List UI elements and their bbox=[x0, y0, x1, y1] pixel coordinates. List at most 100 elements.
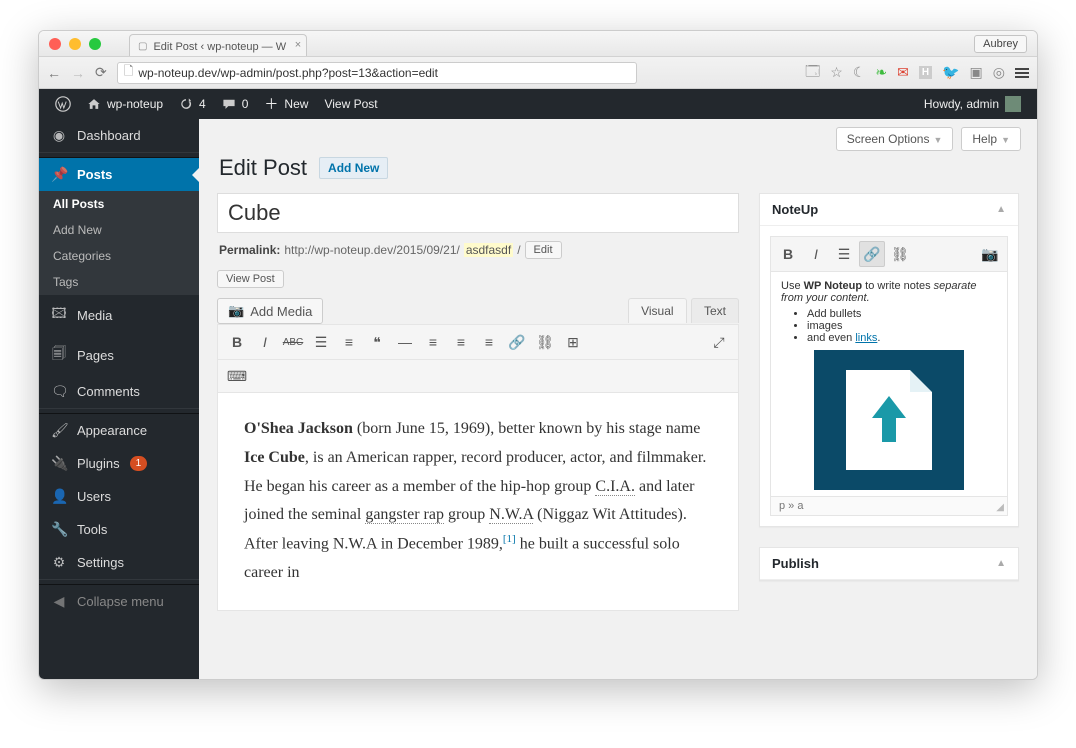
menu-posts[interactable]: 📌 Posts bbox=[39, 158, 199, 191]
noteup-content[interactable]: Use WP Noteup to write notes separate fr… bbox=[770, 272, 1008, 497]
browser-menu-icon[interactable] bbox=[1015, 68, 1029, 78]
add-new-button[interactable]: Add New bbox=[319, 157, 388, 179]
post-title-input[interactable] bbox=[217, 193, 739, 233]
window-zoom-button[interactable] bbox=[89, 38, 101, 50]
numbered-list-button[interactable]: ≡ bbox=[336, 329, 362, 355]
content-link[interactable]: gangster rap bbox=[365, 506, 444, 524]
comments-count: 0 bbox=[242, 97, 249, 111]
comments-menu[interactable]: 0 bbox=[214, 97, 257, 111]
menu-media[interactable]: 🖾 Media bbox=[39, 295, 199, 335]
addressbar: ← → ⟳ 🗋 wp-noteup.dev/wp-admin/post.php?… bbox=[39, 57, 1037, 89]
updates-menu[interactable]: 4 bbox=[171, 97, 214, 111]
help-button[interactable]: Help▼ bbox=[961, 127, 1021, 151]
tab-visual[interactable]: Visual bbox=[628, 298, 686, 323]
nav-forward-icon[interactable]: → bbox=[71, 65, 85, 81]
note-text: . bbox=[877, 332, 880, 344]
menu-pages[interactable]: 🗐 Pages bbox=[39, 335, 199, 375]
nav-back-icon[interactable]: ← bbox=[47, 65, 61, 81]
note-text: to write notes bbox=[862, 280, 934, 292]
tab-favicon: ▢ bbox=[138, 41, 147, 52]
toggle-icon[interactable]: ▲ bbox=[996, 204, 1006, 215]
comments-icon: 🗨 bbox=[51, 383, 67, 400]
bold-button[interactable]: B bbox=[224, 329, 250, 355]
note-italic-button[interactable]: I bbox=[803, 241, 829, 267]
submenu-all-posts[interactable]: All Posts bbox=[39, 191, 199, 217]
menu-users[interactable]: 👤 Users bbox=[39, 480, 199, 513]
url-input[interactable]: 🗋 wp-noteup.dev/wp-admin/post.php?post=1… bbox=[117, 62, 637, 84]
blockquote-button[interactable]: ❝ bbox=[364, 329, 390, 355]
noteup-image bbox=[814, 350, 964, 490]
translate-icon[interactable]: 🗔 bbox=[805, 61, 820, 85]
noteup-header[interactable]: NoteUp ▲ bbox=[760, 194, 1018, 226]
note-link[interactable]: links bbox=[855, 332, 877, 344]
menu-appearance[interactable]: 🖌 Appearance bbox=[39, 414, 199, 447]
editor-toolbar-row2: ⌨ bbox=[217, 360, 739, 393]
edit-slug-button[interactable]: Edit bbox=[525, 241, 562, 259]
window-minimize-button[interactable] bbox=[69, 38, 81, 50]
content-area: Screen Options▼ Help▼ Edit Post Add New … bbox=[199, 119, 1037, 679]
menu-tools[interactable]: 🔧 Tools bbox=[39, 513, 199, 546]
more-button[interactable]: ⊞ bbox=[560, 329, 586, 355]
menu-settings-label: Settings bbox=[77, 555, 124, 570]
toggle-icon[interactable]: ▲ bbox=[996, 558, 1006, 569]
hr-button[interactable]: — bbox=[392, 329, 418, 355]
bookmark-star-icon[interactable]: ☆ bbox=[830, 64, 843, 81]
page-title: Edit Post bbox=[219, 155, 307, 181]
content-link[interactable]: N.W.A bbox=[489, 506, 533, 524]
menu-appearance-label: Appearance bbox=[77, 423, 147, 438]
submenu-add-new[interactable]: Add New bbox=[39, 217, 199, 243]
window-close-button[interactable] bbox=[49, 38, 61, 50]
resize-grip-icon[interactable]: ◢ bbox=[996, 502, 1004, 513]
submenu-categories[interactable]: Categories bbox=[39, 243, 199, 269]
note-bold-button[interactable]: B bbox=[775, 241, 801, 267]
italic-button[interactable]: I bbox=[252, 329, 278, 355]
wp-adminbar: wp-noteup 4 0 ＋ New View Post Howdy, adm… bbox=[39, 89, 1037, 119]
content-link[interactable]: C.I.A. bbox=[595, 478, 635, 496]
menu-comments[interactable]: 🗨 Comments bbox=[39, 375, 199, 408]
unlink-button[interactable]: ⛓ bbox=[532, 329, 558, 355]
new-content-menu[interactable]: ＋ New bbox=[256, 94, 316, 114]
note-link-button[interactable]: 🔗 bbox=[859, 241, 885, 267]
align-left-button[interactable]: ≡ bbox=[420, 329, 446, 355]
nav-reload-icon[interactable]: ⟳ bbox=[95, 64, 107, 81]
arrow-up-icon bbox=[872, 402, 906, 442]
align-center-button[interactable]: ≡ bbox=[448, 329, 474, 355]
collapse-menu[interactable]: ◀ Collapse menu bbox=[39, 585, 199, 618]
link-button[interactable]: 🔗 bbox=[504, 329, 530, 355]
site-name-menu[interactable]: wp-noteup bbox=[79, 97, 171, 111]
wp-logo-menu[interactable] bbox=[47, 96, 79, 112]
menu-plugins[interactable]: 🔌 Plugins 1 bbox=[39, 447, 199, 480]
view-post-button[interactable]: View Post bbox=[217, 270, 284, 288]
footnote-ref[interactable]: [1] bbox=[503, 533, 516, 545]
cast-icon[interactable]: ▣ bbox=[970, 64, 983, 81]
publish-header[interactable]: Publish ▲ bbox=[760, 548, 1018, 580]
note-media-button[interactable]: 📷 bbox=[977, 241, 1003, 267]
mail-icon[interactable]: ✉ bbox=[897, 64, 909, 81]
evernote-icon[interactable]: ❧ bbox=[875, 64, 887, 81]
view-post-link[interactable]: View Post bbox=[316, 97, 385, 111]
strike-button[interactable]: ABC bbox=[280, 329, 306, 355]
twitter-icon[interactable]: 🐦 bbox=[942, 64, 959, 81]
screen-options-button[interactable]: Screen Options▼ bbox=[836, 127, 954, 151]
tab-close-icon[interactable]: × bbox=[295, 39, 301, 51]
my-account-menu[interactable]: Howdy, admin bbox=[916, 96, 1029, 112]
bulleted-list-button[interactable]: ☰ bbox=[308, 329, 334, 355]
add-media-button[interactable]: 📷 Add Media bbox=[217, 298, 323, 324]
nightmode-icon[interactable]: ☾ bbox=[853, 64, 866, 81]
note-list-button[interactable]: ☰ bbox=[831, 241, 857, 267]
appearance-icon: 🖌 bbox=[51, 422, 67, 439]
kitchen-sink-button[interactable]: ⌨ bbox=[224, 363, 250, 389]
submenu-tags[interactable]: Tags bbox=[39, 269, 199, 295]
h-icon[interactable]: H bbox=[919, 66, 932, 79]
note-bullet: images bbox=[807, 320, 997, 332]
menu-settings[interactable]: ⚙ Settings bbox=[39, 546, 199, 579]
align-right-button[interactable]: ≡ bbox=[476, 329, 502, 355]
profile-chip[interactable]: Aubrey bbox=[974, 35, 1027, 53]
browser-tab[interactable]: ▢ Edit Post ‹ wp-noteup — W × bbox=[129, 34, 307, 56]
editor-content[interactable]: O'Shea Jackson (born June 15, 1969), bet… bbox=[217, 393, 739, 611]
circle-icon[interactable]: ◎ bbox=[993, 64, 1005, 81]
fullscreen-button[interactable]: ⤢ bbox=[706, 329, 732, 355]
tab-text[interactable]: Text bbox=[691, 298, 739, 323]
note-unlink-button[interactable]: ⛓ bbox=[887, 241, 913, 267]
menu-dashboard[interactable]: ◉ Dashboard bbox=[39, 119, 199, 152]
